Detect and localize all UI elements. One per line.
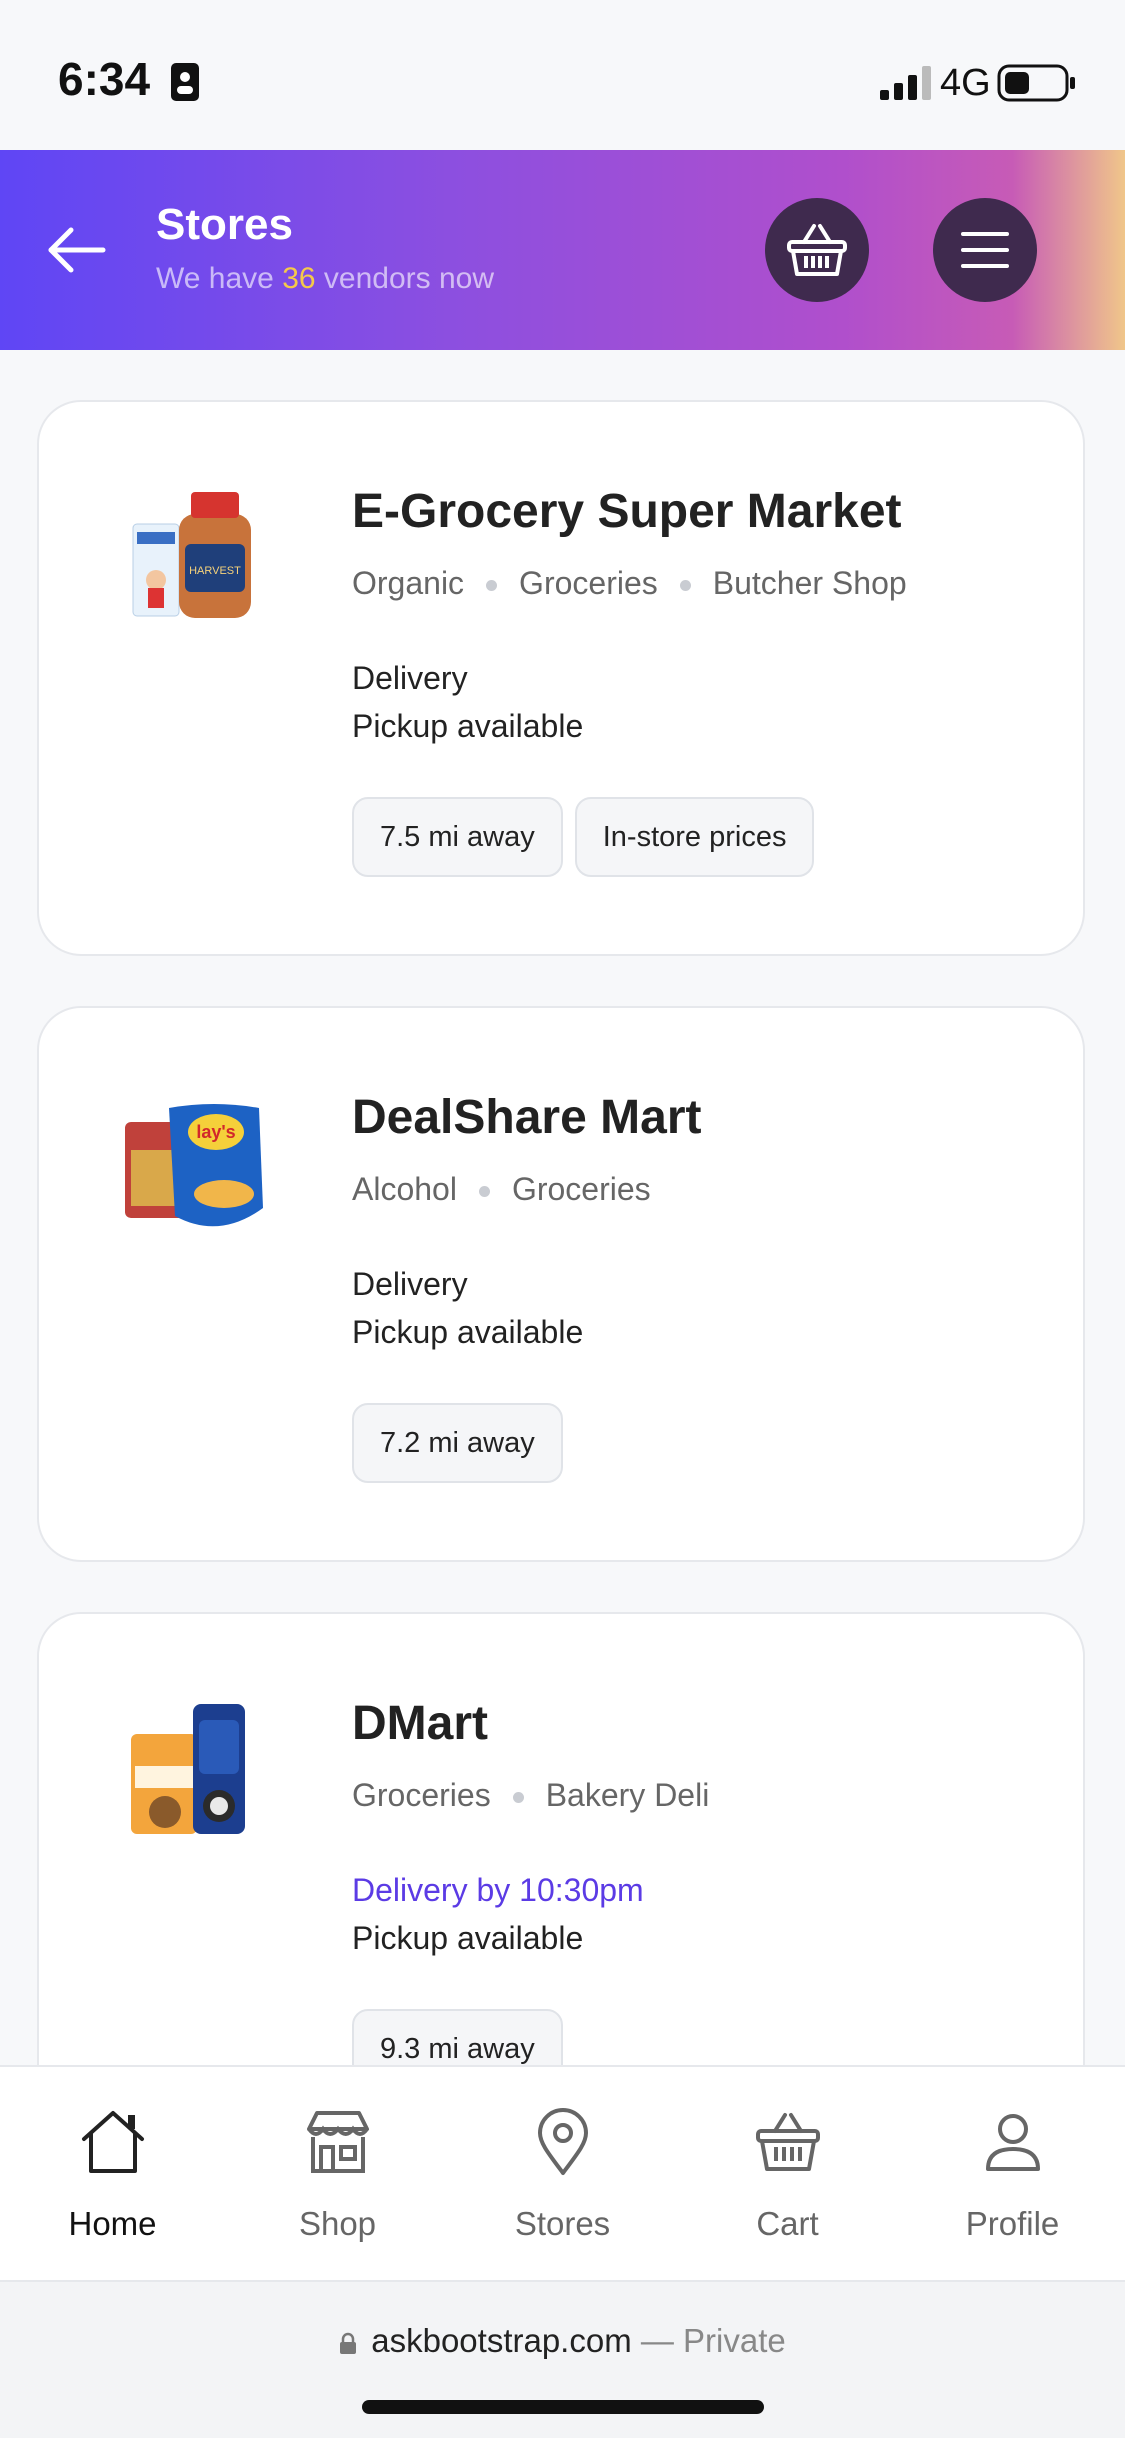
contact-card-icon (171, 63, 199, 101)
nav-label: Profile (965, 2205, 1060, 2242)
nav-profile[interactable]: Profile (900, 2067, 1125, 2282)
basket-icon (756, 2113, 820, 2171)
shop-icon (307, 2111, 369, 2173)
nav-stores[interactable]: Stores (450, 2067, 675, 2282)
nav-label: Shop (298, 2205, 377, 2242)
url-bar[interactable]: askbootstrap.com — Private (0, 2322, 1125, 2360)
store-thumbnail: lay's (125, 1104, 263, 1227)
signal-icon (880, 66, 931, 100)
vendor-count-subtitle: We have 36 vendors now (156, 262, 494, 296)
battery-icon (997, 64, 1075, 102)
pickup-info: Pickup available (352, 1920, 584, 1956)
separator-dot (478, 1186, 490, 1198)
store-card[interactable]: HARVEST E-Grocery Super Market Organic Gr… (37, 400, 1085, 956)
menu-button[interactable] (933, 198, 1037, 302)
nav-label: Cart (756, 2205, 819, 2242)
status-time: 6:34 (58, 53, 151, 105)
basket-icon (787, 224, 847, 276)
delivery-info: Delivery (352, 1266, 468, 1302)
category-label: Alcohol (352, 1171, 457, 1207)
basket-button[interactable] (765, 198, 869, 302)
location-pin-icon (538, 2108, 588, 2175)
subtitle-prefix: We have (156, 262, 274, 295)
subtitle-suffix: vendors now (323, 262, 495, 295)
svg-text:HARVEST: HARVEST (189, 565, 241, 577)
bottom-nav: Home Shop Stores Cart Profile (0, 2065, 1125, 2282)
hamburger-menu-icon (961, 232, 1009, 268)
page-title: Stores (156, 200, 293, 249)
nav-label: Stores (514, 2205, 611, 2242)
svg-text:lay's: lay's (196, 1122, 235, 1142)
pickup-info: Pickup available (352, 1314, 584, 1350)
category-label: Bakery Deli (545, 1777, 710, 1813)
category-label: Butcher Shop (712, 565, 907, 601)
network-type: 4G (940, 62, 991, 104)
nav-home[interactable]: Home (0, 2067, 225, 2282)
store-chips: 7.2 mi away (352, 1403, 563, 1483)
pickup-info: Pickup available (352, 708, 584, 744)
home-indicator (362, 2400, 764, 2414)
in-store-prices-chip: In-store prices (574, 797, 815, 877)
delivery-info: Delivery (352, 660, 468, 696)
delivery-info: Delivery by 10:30pm (352, 1872, 644, 1908)
store-categories: Alcohol Groceries (352, 1171, 651, 1208)
nav-cart[interactable]: Cart (675, 2067, 900, 2282)
distance-chip: 7.2 mi away (352, 1403, 563, 1483)
separator-dot (512, 1792, 524, 1804)
nav-label: Home (68, 2205, 157, 2242)
store-card[interactable]: lay's DealShare Mart Alcohol Groceries De… (37, 1006, 1085, 1562)
category-label: Groceries (352, 1777, 491, 1813)
category-label: Organic (352, 565, 465, 601)
separator-dot (486, 580, 498, 592)
app-header: Stores We have 36 vendors now (0, 150, 1125, 350)
store-categories: Organic Groceries Butcher Shop (352, 565, 907, 602)
store-categories: Groceries Bakery Deli (352, 1777, 709, 1814)
private-mode-label: — Private (640, 2322, 786, 2359)
store-name: E-Grocery Super Market (352, 485, 902, 538)
category-label: Groceries (511, 1171, 651, 1207)
lock-icon (340, 2332, 357, 2354)
back-arrow-icon[interactable] (45, 220, 109, 280)
store-name: DealShare Mart (352, 1091, 702, 1144)
store-name: DMart (352, 1697, 489, 1750)
user-icon (986, 2114, 1040, 2171)
nav-shop[interactable]: Shop (225, 2067, 450, 2282)
store-thumbnail (131, 1704, 245, 1834)
status-bar: 6:34 4G (0, 0, 1125, 150)
browser-bar: askbootstrap.com — Private (0, 2280, 1125, 2438)
home-icon (82, 2111, 144, 2173)
store-thumbnail: HARVEST (132, 492, 251, 618)
category-label: Groceries (519, 565, 658, 601)
vendor-count: 36 (282, 262, 316, 295)
distance-chip: 7.5 mi away (352, 797, 563, 877)
store-chips: 7.5 mi away In-store prices (352, 797, 815, 877)
separator-dot (679, 580, 691, 592)
url-domain: askbootstrap.com (371, 2322, 632, 2359)
